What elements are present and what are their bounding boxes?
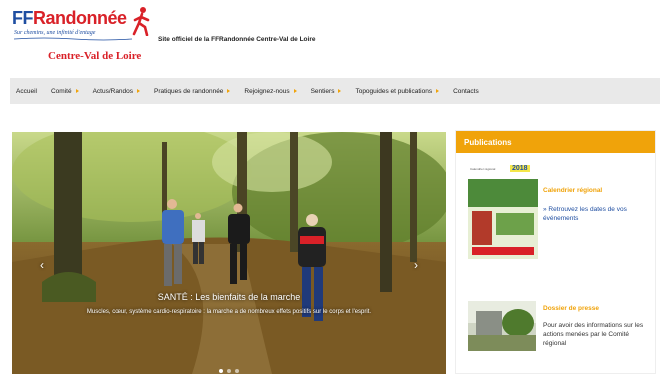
nav-item-actus-randos[interactable]: Actus/Randos (93, 88, 141, 95)
calendar-link[interactable]: » Retrouvez les dates de vos événements (543, 205, 643, 223)
publication-card-calendar[interactable]: 2018 Calendrier régional Calendrier régi… (468, 163, 653, 263)
main-nav: Accueil Comité Actus/Randos Pratiques de… (10, 78, 660, 104)
slide-dot[interactable] (235, 369, 239, 373)
publications-heading: Publications (456, 131, 655, 153)
logo-tagline: Sur chemins, une infinité d'entage (14, 30, 96, 36)
logo-region: Centre-Val de Loire (48, 50, 142, 62)
caret-right-icon (436, 89, 440, 93)
nav-item-pratiques[interactable]: Pratiques de randonnée (154, 88, 231, 95)
nav-item-rejoignez-nous[interactable]: Rejoignez-nous (244, 88, 297, 95)
slide-dot[interactable] (227, 369, 231, 373)
calendar-cover-thumb: 2018 Calendrier régional (468, 163, 538, 259)
caret-right-icon (338, 89, 342, 93)
caret-right-icon (75, 89, 79, 93)
calendar-thumb-caption: Calendrier régional (470, 167, 496, 171)
ffrandonnee-logo[interactable]: FFRandonnée Sur chemins, une infinité d'… (12, 6, 152, 68)
press-text: Pour avoir des informations sur les acti… (543, 322, 644, 347)
calendar-title: Calendrier régional (543, 187, 603, 194)
hero-pagination (12, 360, 446, 374)
hero-title[interactable]: SANTÉ : Les bienfaits de la marche (12, 292, 446, 302)
nav-item-topoguides[interactable]: Topoguides et publications (355, 88, 440, 95)
press-photo-thumb (468, 301, 536, 351)
nav-item-comite[interactable]: Comité (51, 88, 79, 95)
walker-icon (132, 7, 150, 36)
nav-item-contacts[interactable]: Contacts (453, 88, 479, 95)
caret-right-icon (293, 89, 297, 93)
press-title: Dossier de presse (543, 305, 600, 312)
logo-wordmark: FFRandonnée (12, 8, 127, 28)
tagline-underline (14, 37, 132, 41)
site-description: Site officiel de la FFRandonnée Centre-V… (158, 36, 316, 43)
hero-text: Muscles, cœur, système cardio-respiratoi… (86, 309, 372, 315)
site-header: FFRandonnée Sur chemins, une infinité d'… (0, 0, 662, 76)
caret-right-icon (137, 89, 141, 93)
hero-next-arrow[interactable]: › (414, 258, 418, 272)
slide-dot[interactable] (219, 369, 223, 373)
nav-item-accueil[interactable]: Accueil (16, 88, 37, 95)
hero-prev-arrow[interactable]: ‹ (40, 258, 44, 272)
publication-card-press[interactable]: Dossier de presse Pour avoir des informa… (468, 301, 653, 361)
hero-forest-photo (12, 132, 446, 374)
publications-sidebar: Publications 2018 Calendrier régional Ca… (455, 130, 656, 374)
hero-caption: SANTÉ : Les bienfaits de la marche Muscl… (12, 292, 446, 317)
hero-slider[interactable]: ‹ › SANTÉ : Les bienfaits de la marche M… (12, 132, 446, 374)
caret-right-icon (227, 89, 231, 93)
calendar-year: 2018 (510, 165, 530, 172)
nav-item-sentiers[interactable]: Sentiers (311, 88, 342, 95)
